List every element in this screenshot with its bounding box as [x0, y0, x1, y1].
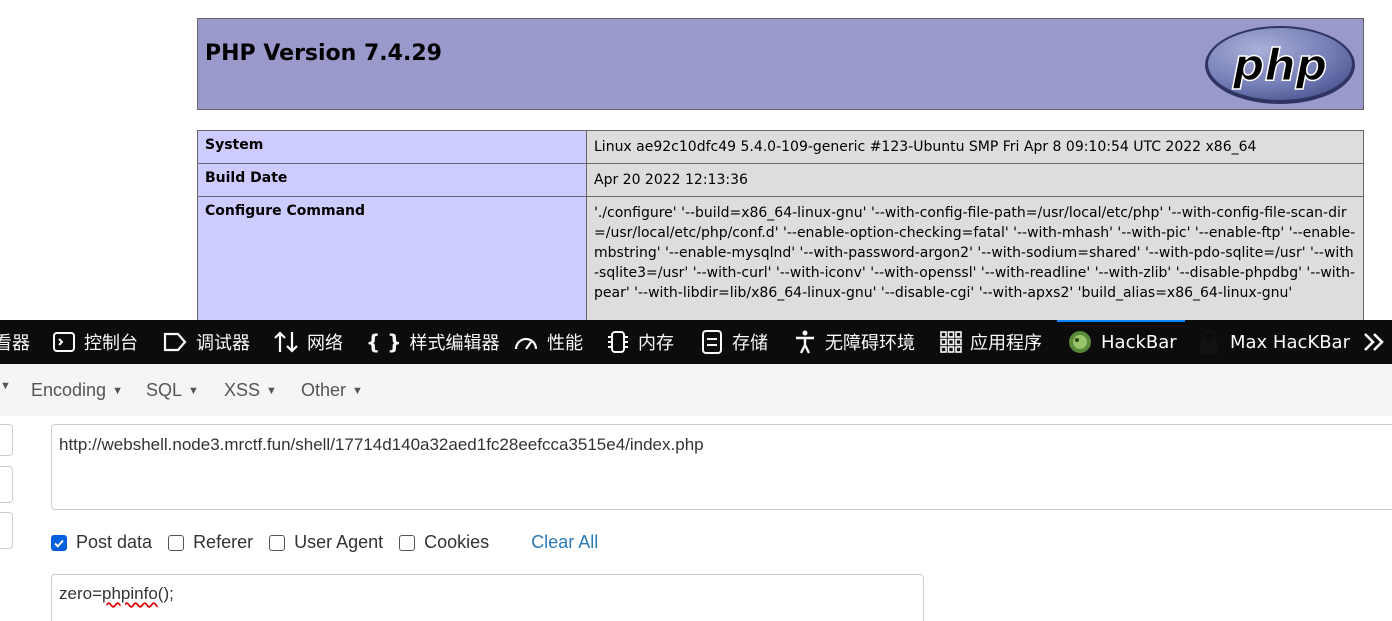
caret-down-icon: ▼ [188, 384, 199, 397]
tab-hackbar[interactable]: HackBar [1057, 320, 1185, 364]
checkmark-icon [54, 539, 64, 548]
network-icon [273, 330, 299, 354]
tab-style-editor[interactable]: { } 样式编辑器 [366, 320, 499, 364]
build-date-value: Apr 20 2022 12:13:36 [586, 163, 1364, 197]
tab-accessibility[interactable]: 无障碍环境 [793, 320, 915, 364]
hackbar-body: http://webshell.node3.mrctf.fun/shell/17… [0, 416, 1392, 621]
hackbar-icon [1067, 329, 1093, 355]
tab-label: 网络 [307, 333, 343, 354]
load-url-button[interactable] [0, 424, 13, 456]
menu-encoding[interactable]: Encoding ▼ [31, 380, 123, 401]
split-url-button[interactable] [0, 466, 13, 503]
accessibility-icon [793, 329, 817, 355]
post-data-suffix: (); [157, 584, 174, 603]
tab-storage[interactable]: 存储 [700, 320, 768, 364]
post-data-input[interactable]: zero=phpinfo(); [51, 574, 924, 621]
php-header: PHP Version 7.4.29 php [197, 18, 1364, 110]
memory-icon [606, 329, 630, 355]
console-icon [52, 330, 76, 354]
table-row: Build Date Apr 20 2022 12:13:36 [197, 163, 1364, 197]
tab-label: 看器 [0, 333, 30, 354]
post-data-function: phpinfo [102, 584, 158, 603]
menu-label: Other [301, 380, 347, 400]
style-editor-icon: { } [366, 330, 402, 354]
user-agent-label: User Agent [294, 532, 384, 552]
menu-other[interactable]: Other ▼ [301, 380, 363, 401]
request-options: Post data Referer User Agent Cookies Cle… [51, 532, 598, 553]
caret-down-icon: ▼ [266, 384, 277, 397]
build-date-key: Build Date [197, 163, 587, 197]
cookies-label: Cookies [424, 532, 490, 552]
hackbar-toolbar: ▼ Encoding ▼ SQL ▼ XSS ▼ Other ▼ [0, 364, 1392, 416]
referer-checkbox[interactable] [168, 534, 185, 551]
menu-label: Encoding [31, 380, 107, 400]
performance-icon [513, 330, 539, 354]
cookies-checkbox[interactable] [399, 534, 416, 551]
php-logo-text: php [1232, 40, 1327, 91]
debugger-icon [162, 331, 188, 353]
tab-label: HackBar [1101, 331, 1177, 353]
referer-label: Referer [193, 532, 254, 552]
tab-console[interactable]: 控制台 [52, 320, 138, 364]
url-text: http://webshell.node3.mrctf.fun/shell/17… [59, 435, 704, 454]
system-key: System [197, 130, 587, 164]
clear-all-button[interactable]: Clear All [531, 532, 598, 553]
execute-button[interactable] [0, 512, 13, 549]
tab-label: 无障碍环境 [825, 333, 915, 354]
tab-inspector[interactable]: 看器 [0, 320, 30, 364]
cookies-option[interactable]: Cookies [399, 532, 489, 553]
tab-performance[interactable]: 性能 [513, 320, 583, 364]
tab-application[interactable]: 应用程序 [940, 320, 1042, 364]
tab-label: 存储 [732, 333, 768, 354]
user-agent-option[interactable]: User Agent [269, 532, 383, 553]
url-input[interactable]: http://webshell.node3.mrctf.fun/shell/17… [51, 424, 1392, 510]
tab-label: 调试器 [196, 333, 250, 354]
tab-label: Max HacKBar [1230, 331, 1350, 353]
tabs-overflow-button[interactable] [1362, 320, 1392, 364]
tab-debugger[interactable]: 调试器 [162, 320, 250, 364]
caret-down-icon: ▼ [0, 380, 11, 392]
chevron-double-right-icon [1362, 330, 1386, 354]
tab-network[interactable]: 网络 [273, 320, 343, 364]
menu-label: SQL [146, 380, 183, 400]
referer-option[interactable]: Referer [168, 532, 253, 553]
table-row: System Linux ae92c10dfc49 5.4.0-109-gene… [197, 130, 1364, 164]
menu-xss[interactable]: XSS ▼ [224, 380, 277, 401]
tab-label: 控制台 [84, 333, 138, 354]
storage-icon [700, 329, 724, 355]
caret-down-icon: ▼ [112, 384, 123, 397]
post-data-option[interactable]: Post data [51, 532, 152, 553]
tab-memory[interactable]: 内存 [606, 320, 674, 364]
php-version-title: PHP Version 7.4.29 [205, 41, 442, 66]
menu-overflow[interactable]: ▼ [0, 380, 11, 392]
application-icon [940, 331, 962, 353]
php-logo: php [1205, 26, 1355, 104]
tab-label: 应用程序 [970, 333, 1042, 354]
menu-sql[interactable]: SQL ▼ [146, 380, 199, 401]
tab-label: 性能 [547, 333, 583, 354]
post-data-label: Post data [76, 532, 153, 552]
devtools-tab-bar: 看器 控制台 调试器 网络 { } 样式编辑器 性能 内存 存储 无障碍环境 应… [0, 320, 1392, 364]
tab-label: 样式编辑器 [409, 333, 500, 354]
post-data-prefix: zero= [59, 584, 102, 603]
post-data-checkbox[interactable] [51, 534, 67, 551]
user-agent-checkbox[interactable] [269, 534, 286, 551]
caret-down-icon: ▼ [352, 384, 363, 397]
max-hackbar-icon [1196, 329, 1222, 355]
menu-label: XSS [224, 380, 261, 400]
tab-max-hackbar[interactable]: Max HacKBar [1196, 320, 1350, 364]
tab-label: 内存 [638, 333, 674, 354]
system-value: Linux ae92c10dfc49 5.4.0-109-generic #12… [586, 130, 1364, 164]
